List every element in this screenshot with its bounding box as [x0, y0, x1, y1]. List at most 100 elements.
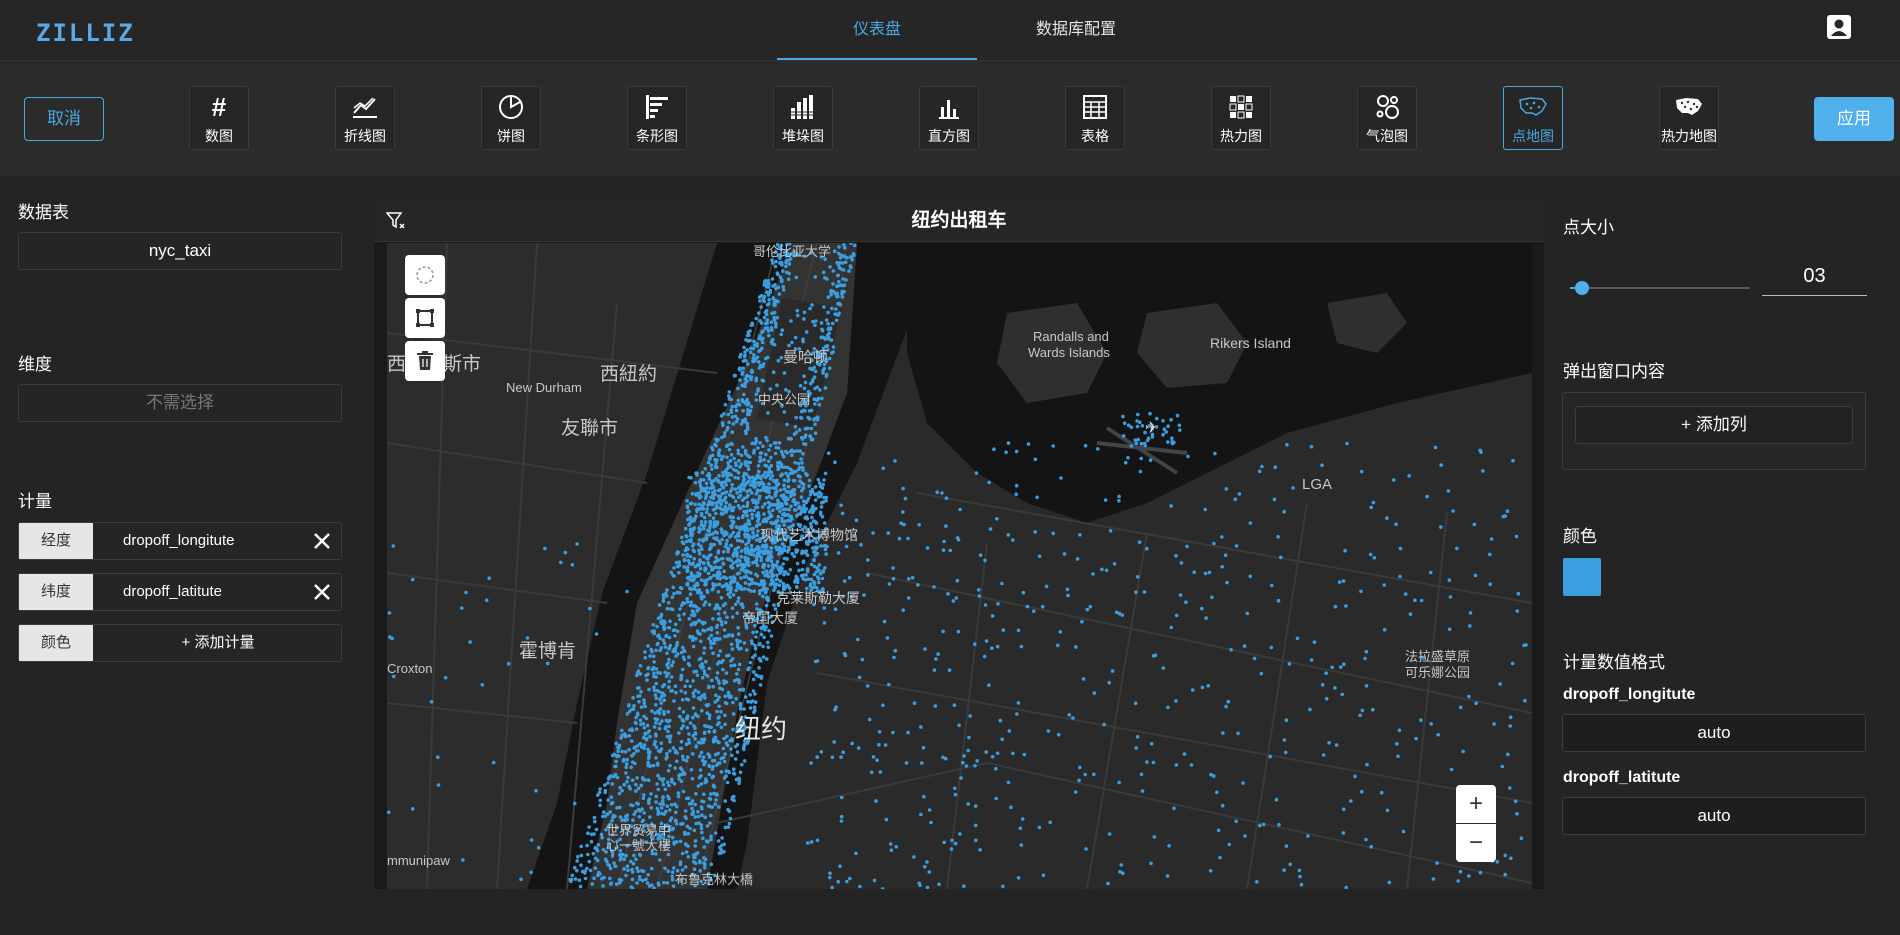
dimension-select[interactable]: 不需选择	[18, 384, 342, 422]
point-map[interactable]: ✈ 哥伦比亚大学 曼哈顿 中央公园 西紐約 New Durham 友聯市 西 斯…	[387, 243, 1532, 889]
close-icon[interactable]	[309, 528, 335, 554]
map-point	[813, 369, 818, 374]
map-point	[720, 584, 725, 589]
map-point	[1273, 465, 1277, 469]
account-icon[interactable]	[1826, 14, 1852, 40]
map-point	[681, 789, 686, 794]
table-select[interactable]: nyc_taxi	[18, 232, 342, 270]
map-point	[589, 839, 594, 844]
close-icon[interactable]	[309, 579, 335, 605]
map-point	[711, 501, 715, 505]
map-point	[824, 499, 828, 503]
map-point	[794, 415, 798, 420]
map-point	[796, 461, 801, 466]
chart-type-heat-map[interactable]: 热力地图	[1649, 86, 1729, 150]
map-point	[712, 560, 717, 565]
map-point	[639, 869, 644, 873]
map-point	[766, 355, 770, 360]
map-point	[1134, 441, 1139, 446]
map-point	[645, 881, 650, 885]
tab-database-config[interactable]: 数据库配置	[976, 0, 1176, 60]
map-point	[687, 655, 691, 659]
map-point	[787, 262, 792, 266]
chart-type-table[interactable]: 表格	[1065, 86, 1125, 150]
map-point	[747, 475, 751, 479]
map-point	[830, 755, 835, 760]
measure-row-longitude[interactable]: 经度 dropoff_longitute	[18, 522, 342, 560]
map-point	[1006, 780, 1011, 785]
slider-handle[interactable]	[1575, 281, 1589, 295]
point-size-slider[interactable]	[1570, 287, 1750, 289]
point-size-input[interactable]: 03	[1762, 258, 1867, 296]
map-point	[656, 616, 661, 621]
chart-type-histogram[interactable]: 直方图	[919, 86, 979, 150]
map-point	[769, 326, 774, 330]
map-canvas[interactable]: ✈	[387, 243, 1532, 889]
map-point	[1224, 704, 1228, 709]
map-point	[775, 315, 780, 320]
measure-row-latitude[interactable]: 纬度 dropoff_latitute	[18, 573, 342, 611]
map-point	[1295, 636, 1300, 641]
map-point	[811, 546, 815, 550]
map-point	[587, 825, 591, 829]
map-point	[635, 686, 640, 690]
rect-select-tool[interactable]	[405, 298, 445, 338]
map-point	[775, 478, 779, 483]
map-point	[669, 675, 674, 679]
map-point	[780, 263, 784, 267]
map-point	[767, 465, 772, 470]
format-input-longitude[interactable]: auto	[1562, 714, 1866, 752]
map-point	[1276, 535, 1280, 539]
tab-dashboard[interactable]: 仪表盘	[777, 0, 977, 60]
map-point	[813, 498, 818, 502]
map-point	[802, 310, 807, 315]
chart-type-number[interactable]: # 数图	[189, 86, 249, 150]
add-measure-button[interactable]: + 添加计量	[93, 625, 343, 661]
map-point	[706, 490, 711, 495]
chart-type-bar[interactable]: 条形图	[627, 86, 687, 150]
chart-type-heatmap[interactable]: 热力图	[1211, 86, 1271, 150]
color-swatch[interactable]	[1563, 558, 1601, 596]
map-point	[600, 835, 604, 840]
chart-type-bubble[interactable]: 气泡图	[1357, 86, 1417, 150]
zilliz-logo[interactable]: ZILLIZ	[36, 19, 135, 47]
map-point	[387, 611, 392, 615]
map-point	[809, 367, 813, 371]
chart-type-pie[interactable]: 饼图	[481, 86, 541, 150]
map-point	[695, 851, 700, 855]
map-point	[624, 765, 628, 769]
map-point	[661, 596, 666, 600]
chart-type-line[interactable]: 折线图	[335, 86, 395, 150]
map-point	[667, 685, 671, 689]
zoom-out-button[interactable]: −	[1456, 824, 1496, 862]
map-point	[598, 803, 602, 808]
map-point	[698, 664, 703, 668]
chart-type-point-map[interactable]: 点地图	[1503, 86, 1563, 150]
dimension-title: 维度	[18, 355, 52, 374]
map-point	[699, 639, 703, 644]
map-point	[763, 502, 767, 506]
map-point	[673, 634, 677, 638]
map-point	[807, 478, 812, 483]
zoom-in-button[interactable]: +	[1456, 785, 1496, 823]
map-point	[840, 295, 845, 299]
map-point	[771, 370, 776, 374]
map-point	[646, 750, 651, 755]
delete-selection-tool[interactable]	[405, 341, 445, 381]
map-point	[1078, 533, 1082, 537]
map-point	[696, 714, 700, 718]
map-point	[1218, 855, 1222, 860]
map-point	[703, 815, 707, 819]
chart-type-stacked[interactable]: 堆垛图	[773, 86, 833, 150]
format-input-latitude[interactable]: auto	[1562, 797, 1866, 835]
map-point	[722, 569, 726, 574]
add-column-button[interactable]: + 添加列	[1575, 406, 1853, 444]
cancel-button[interactable]: 取消	[24, 97, 104, 141]
apply-button[interactable]: 应用	[1814, 97, 1894, 141]
map-point	[883, 743, 888, 747]
map-point	[845, 256, 849, 260]
map-point	[838, 864, 842, 868]
map-point	[713, 565, 718, 569]
measure-row-color[interactable]: 颜色 + 添加计量	[18, 624, 342, 662]
lasso-select-tool[interactable]	[405, 255, 445, 295]
